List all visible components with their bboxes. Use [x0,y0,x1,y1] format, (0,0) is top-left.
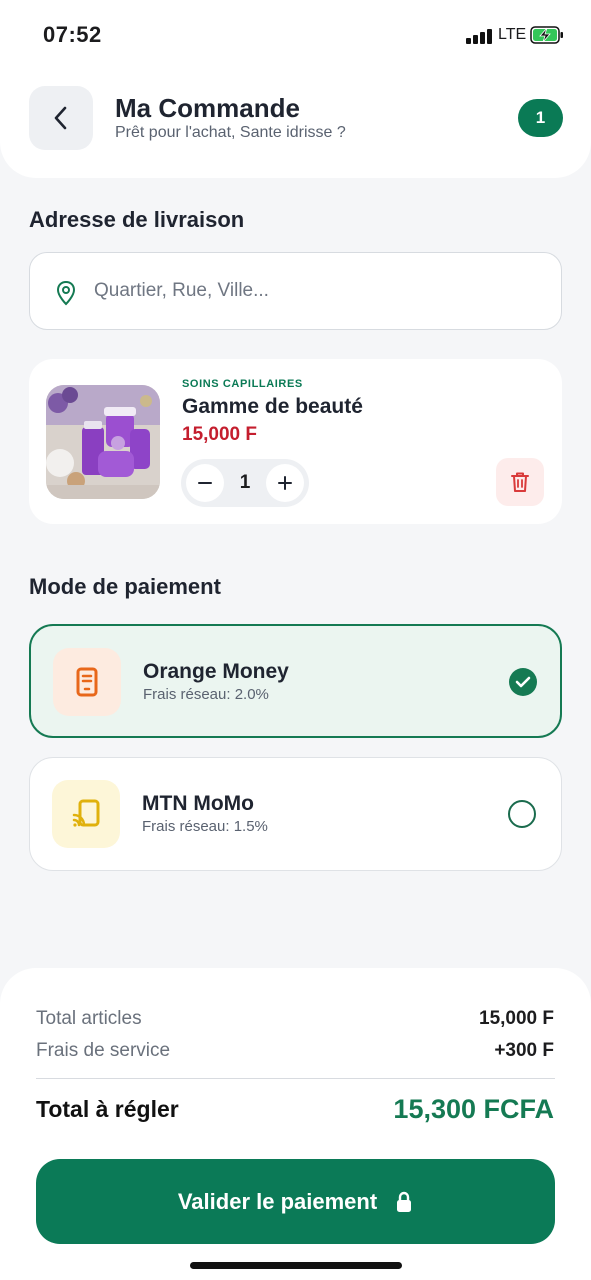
mobile-payment-icon [72,799,100,827]
summary-divider [36,1078,555,1079]
payment-name: Orange Money [143,660,289,683]
payment-fee: Frais réseau: 2.0% [143,686,269,703]
location-pin-icon [56,280,76,306]
signal-icon [466,28,492,44]
battery-icon [530,26,563,44]
address-input[interactable] [94,253,534,329]
header: Ma Commande Prêt pour l'achat, Sante idr… [0,60,591,178]
product-price: 15,000 F [182,424,257,445]
selected-radio[interactable] [509,668,537,696]
service-fee-value: +300 F [494,1040,554,1061]
increase-quantity-button[interactable] [266,464,304,502]
status-time: 07:52 [43,22,102,47]
plus-icon [278,476,292,490]
validate-payment-button[interactable]: Valider le paiement [36,1159,555,1244]
trash-icon [511,472,529,492]
cart-item-card: SOINS CAPILLAIRES Gamme de beauté 15,000… [29,359,562,524]
orange-money-icon-box [53,648,121,716]
validate-payment-label: Valider le paiement [177,1188,378,1214]
page-subtitle: Prêt pour l'achat, Sante idrisse ? [115,124,346,141]
payment-option-orange-money[interactable]: Orange Money Frais réseau: 2.0% [29,624,562,738]
product-category: SOINS CAPILLAIRES [182,378,303,390]
payment-fee: Frais réseau: 1.5% [142,818,268,835]
quantity-value: 1 [239,472,251,493]
payment-section-title: Mode de paiement [29,574,221,599]
network-label: LTE [498,26,527,43]
delete-item-button[interactable] [496,458,544,506]
page-title: Ma Commande [115,93,300,123]
lock-icon [397,1191,412,1212]
payment-name: MTN MoMo [142,792,254,815]
service-fee-label: Frais de service [36,1040,171,1061]
items-total-label: Total articles [36,1008,142,1029]
mtn-momo-icon-box [52,780,120,848]
quantity-stepper: 1 [181,459,309,507]
grand-total-label: Total à régler [36,1096,179,1122]
address-section-title: Adresse de livraison [29,207,245,232]
order-summary: Total articles 15,000 F Frais de service… [0,968,591,1280]
check-icon [515,676,531,688]
product-image [46,385,160,499]
home-indicator [190,1262,402,1269]
payment-option-mtn-momo[interactable]: MTN MoMo Frais réseau: 1.5% [29,757,562,871]
back-button[interactable] [29,86,93,150]
minus-icon [198,482,212,484]
grand-total-value: 15,300 FCFA [393,1094,554,1124]
unselected-radio[interactable] [508,800,536,828]
phone-icon [76,667,98,697]
cart-count-badge: 1 [518,99,563,137]
product-name: Gamme de beauté [182,395,363,418]
chevron-left-icon [54,106,67,130]
address-field[interactable] [29,252,562,330]
items-total-value: 15,000 F [479,1008,554,1029]
decrease-quantity-button[interactable] [186,464,224,502]
